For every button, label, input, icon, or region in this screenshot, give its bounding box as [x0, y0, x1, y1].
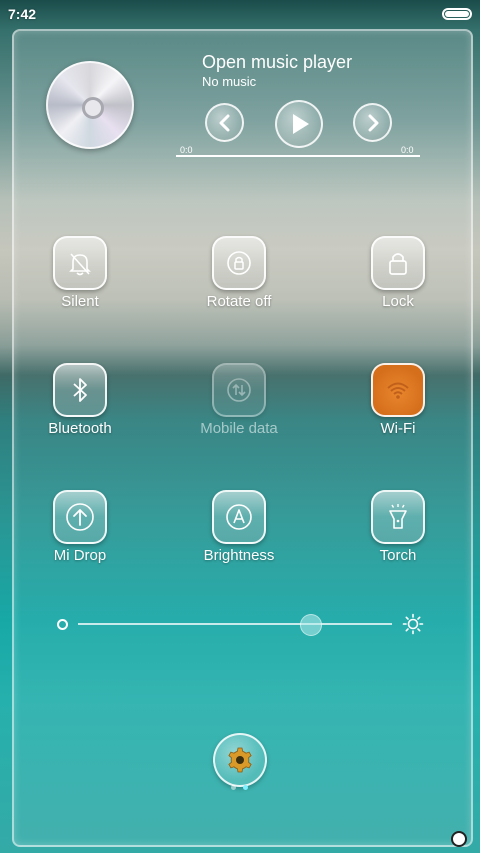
music-total-time: 0:0	[401, 145, 414, 155]
play-icon	[293, 114, 309, 134]
brightness-slider-track[interactable]	[78, 623, 392, 625]
music-subtitle: No music	[202, 74, 257, 89]
page-dot[interactable]	[231, 785, 236, 790]
bluetooth-icon	[53, 363, 107, 417]
play-button[interactable]	[275, 100, 323, 148]
chevron-left-icon	[219, 114, 229, 131]
mi-drop-icon	[53, 490, 107, 544]
chevron-right-icon	[368, 114, 378, 131]
toggle-label: Mi Drop	[53, 547, 107, 564]
toggle-brightness[interactable]: Brightness	[179, 490, 299, 570]
brightness-slider-thumb[interactable]	[300, 614, 322, 636]
dim-icon	[57, 619, 68, 630]
toggle-label: Brightness	[203, 547, 275, 564]
music-title[interactable]: Open music player	[202, 52, 352, 73]
toggle-bluetooth[interactable]: Bluetooth	[20, 363, 140, 443]
next-track-button[interactable]	[353, 103, 392, 142]
lock-icon	[371, 236, 425, 290]
toggle-label: Mobile data	[200, 420, 278, 437]
battery-icon	[442, 8, 472, 20]
music-progress-bar[interactable]	[176, 155, 420, 157]
status-bar: 7:42	[0, 0, 480, 28]
gear-icon	[228, 747, 252, 773]
page-dot-active[interactable]	[243, 785, 248, 790]
toggle-label: Silent	[61, 293, 99, 310]
sun-icon	[402, 613, 424, 635]
toggle-mobile-data[interactable]: Mobile data	[179, 363, 299, 443]
torch-icon	[371, 490, 425, 544]
rotate-lock-icon	[212, 236, 266, 290]
music-elapsed-time: 0:0	[180, 145, 193, 155]
toggle-silent[interactable]: Silent	[20, 236, 140, 316]
settings-button[interactable]	[213, 733, 267, 787]
toggle-mi-drop[interactable]: Mi Drop	[20, 490, 140, 570]
toggle-rotate[interactable]: Rotate off	[179, 236, 299, 316]
toggle-label: Rotate off	[206, 293, 272, 310]
mobile-data-icon	[212, 363, 266, 417]
status-clock: 7:42	[8, 6, 37, 22]
toggle-label: Lock	[382, 293, 414, 310]
toggle-torch[interactable]: Torch	[338, 490, 458, 570]
corner-circle-button[interactable]	[451, 831, 467, 847]
previous-track-button[interactable]	[205, 103, 244, 142]
cd-disc-icon[interactable]	[46, 61, 134, 149]
toggle-lock[interactable]: Lock	[338, 236, 458, 316]
toggle-label: Bluetooth	[48, 420, 112, 437]
toggle-label: Torch	[379, 547, 417, 564]
toggle-label: Wi-Fi	[380, 420, 416, 437]
bell-off-icon	[53, 236, 107, 290]
wifi-icon	[371, 363, 425, 417]
toggle-wifi[interactable]: Wi-Fi	[338, 363, 458, 443]
auto-brightness-icon	[212, 490, 266, 544]
